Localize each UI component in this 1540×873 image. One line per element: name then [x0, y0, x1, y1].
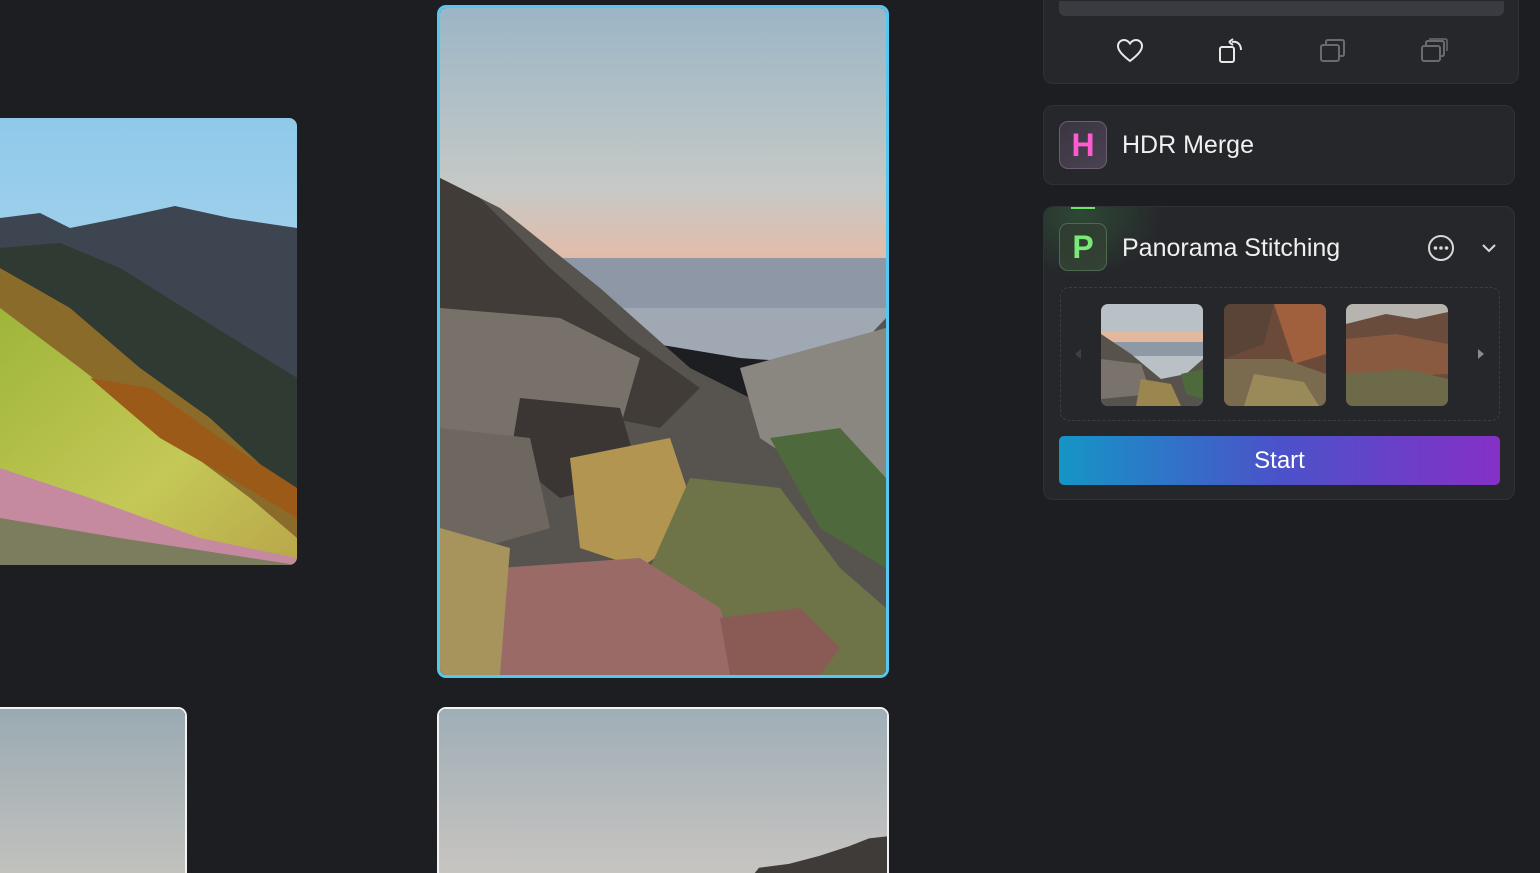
thumbnail-canyon-image: [1101, 304, 1203, 406]
copy-icon: [1319, 39, 1345, 62]
heart-icon: [1116, 38, 1143, 63]
panorama-active-indicator: [1071, 207, 1095, 209]
panorama-stitching-title: Panorama Stitching: [1122, 234, 1341, 262]
scroll-track[interactable]: [1059, 1, 1504, 16]
rotate-button[interactable]: [1213, 33, 1249, 69]
favorite-button[interactable]: [1112, 33, 1148, 69]
quick-actions-toolbar: [1044, 33, 1518, 69]
arrow-left-icon[interactable]: [1070, 344, 1086, 364]
thumbnail-ridge-image: [1346, 304, 1448, 406]
photo-rocky-canyon-selected[interactable]: [437, 5, 889, 678]
more-options-icon[interactable]: [1426, 233, 1456, 263]
panorama-thumbnail-1[interactable]: [1101, 304, 1203, 406]
stack-button[interactable]: [1415, 33, 1451, 69]
quick-actions-card: [1043, 0, 1519, 84]
start-button[interactable]: Start: [1059, 436, 1500, 485]
mountain-meadow-image: [0, 118, 297, 565]
photo-sky-partial[interactable]: [0, 707, 187, 873]
photo-mountain-meadow[interactable]: [0, 118, 297, 565]
hdr-merge-icon: H: [1059, 121, 1107, 169]
panorama-stitching-icon: P: [1059, 223, 1107, 271]
ridge-partial-image: [439, 709, 887, 873]
rocky-canyon-image: [440, 8, 886, 675]
stack-icon: [1420, 38, 1448, 62]
thumbnail-red-rock-image: [1224, 304, 1326, 406]
photo-viewer: H HDR Merge P Panorama Stitching Start: [0, 0, 1540, 873]
panorama-thumbnail-strip: [1060, 287, 1500, 421]
sky-partial-image: [0, 709, 185, 873]
rotate-icon: [1218, 38, 1242, 63]
copy-button[interactable]: [1314, 33, 1350, 69]
arrow-right-icon[interactable]: [1473, 344, 1489, 364]
chevron-down-icon[interactable]: [1478, 237, 1500, 259]
panorama-stitching-card: P Panorama Stitching Start: [1043, 206, 1515, 500]
hdr-merge-card[interactable]: H HDR Merge: [1043, 105, 1515, 185]
hdr-merge-title: HDR Merge: [1122, 131, 1254, 159]
panorama-thumbnail-2[interactable]: [1224, 304, 1326, 406]
panorama-thumbnail-3[interactable]: [1346, 304, 1448, 406]
photo-ridge-partial[interactable]: [437, 707, 889, 873]
